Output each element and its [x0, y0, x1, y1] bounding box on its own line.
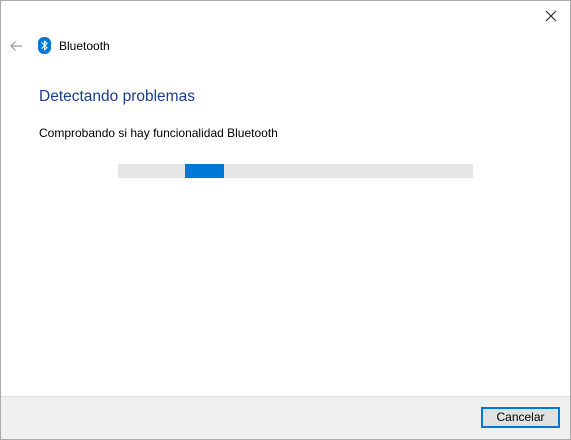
- close-icon: [545, 10, 557, 22]
- bluetooth-icon: [38, 37, 51, 54]
- page-heading: Detectando problemas: [39, 88, 195, 105]
- window-title: Bluetooth: [59, 39, 110, 53]
- window-header: Bluetooth: [1, 35, 570, 57]
- troubleshooter-window: Bluetooth Detectando problemas Comproban…: [0, 0, 571, 440]
- back-button[interactable]: [7, 37, 25, 55]
- close-button[interactable]: [534, 3, 568, 29]
- progress-indicator: [185, 164, 224, 178]
- progress-bar: [118, 164, 473, 178]
- status-text: Comprobando si hay funcionalidad Bluetoo…: [39, 126, 278, 140]
- cancel-button[interactable]: Cancelar: [481, 407, 560, 428]
- back-arrow-icon: [10, 41, 22, 51]
- footer-bar: Cancelar: [1, 396, 570, 439]
